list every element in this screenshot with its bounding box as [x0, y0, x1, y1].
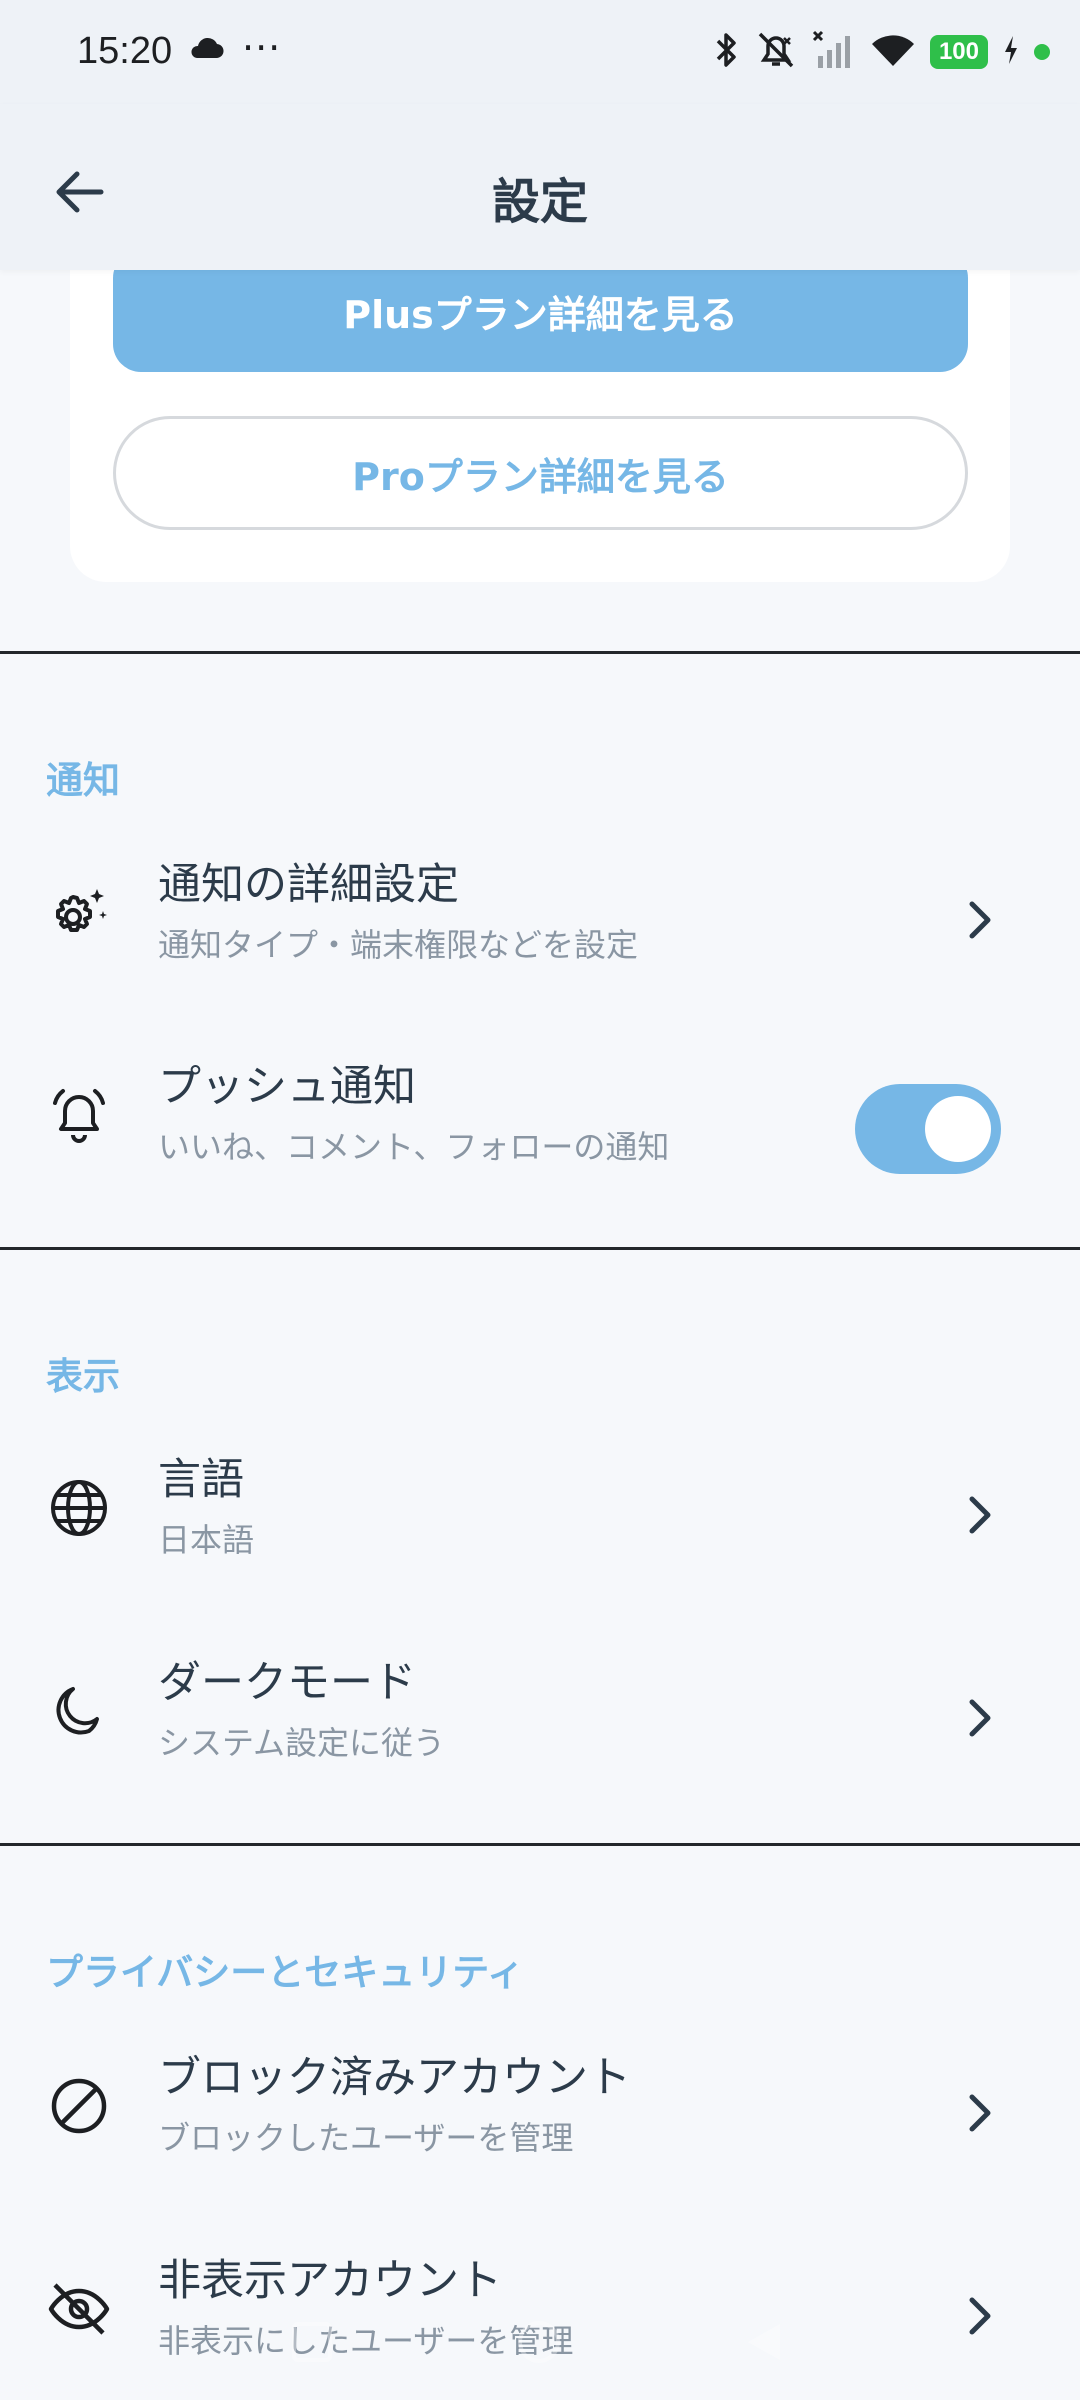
chevron-right-icon	[958, 1688, 1002, 1748]
signal-off-icon	[812, 30, 856, 74]
list-item-title: 通知の詳細設定	[158, 860, 459, 910]
list-item-title: 言語	[158, 1455, 244, 1505]
system-nav-bar	[0, 2300, 1080, 2400]
list-item-title: 非表示アカウント	[158, 2256, 502, 2306]
section-divider	[0, 1247, 1080, 1250]
block-icon	[44, 2071, 114, 2141]
mute-icon	[754, 30, 798, 74]
list-item-dark-mode[interactable]: ダークモード システム設定に従う	[0, 1618, 1080, 1818]
list-item-title: ダークモード	[158, 1658, 416, 1708]
push-notification-toggle[interactable]	[855, 1084, 1001, 1174]
status-bar: 15:20 ··· 100	[0, 0, 1080, 104]
cloud-icon	[188, 36, 224, 64]
list-item-subtitle: システム設定に従う	[158, 1724, 446, 1762]
charging-icon	[1002, 34, 1020, 70]
status-time: 15:20	[77, 30, 173, 72]
section-header-privacy: プライバシーとセキュリティ	[46, 1951, 525, 1994]
bell-ringing-icon	[44, 1080, 114, 1150]
privacy-indicator	[1034, 44, 1050, 60]
gear-sparkle-icon	[44, 878, 114, 948]
page-title: 設定	[491, 174, 588, 230]
chevron-right-icon	[958, 890, 1002, 950]
top-app-bar: 設定	[0, 104, 1080, 270]
chevron-right-icon	[958, 1485, 1002, 1545]
status-overflow: ···	[242, 26, 282, 70]
list-item-subtitle: いいね、コメント、フォローの通知	[158, 1128, 670, 1166]
list-item-blocked-accounts[interactable]: ブロック済みアカウント ブロックしたユーザーを管理	[0, 2013, 1080, 2213]
section-divider	[0, 1843, 1080, 1846]
chevron-right-icon	[958, 2083, 1002, 2143]
list-item-push-notifications: プッシュ通知 いいね、コメント、フォローの通知	[0, 1022, 1080, 1222]
moon-icon	[44, 1676, 114, 1746]
back-nav-icon[interactable]	[742, 2320, 786, 2368]
section-header-notifications: 通知	[46, 759, 120, 802]
list-item-subtitle: 通知タイプ・端末権限などを設定	[158, 926, 639, 964]
list-item-language[interactable]: 言語 日本語	[0, 1415, 1080, 1615]
battery-level: 100	[929, 35, 988, 69]
list-item-title: プッシュ通知	[158, 1062, 416, 1112]
section-header-display: 表示	[46, 1355, 120, 1398]
list-item-notification-settings[interactable]: 通知の詳細設定 通知タイプ・端末権限などを設定	[0, 820, 1080, 1020]
recents-nav-icon[interactable]	[290, 2320, 334, 2368]
section-divider	[0, 651, 1080, 654]
list-item-subtitle: ブロックしたユーザーを管理	[158, 2119, 574, 2157]
toggle-knob	[925, 1096, 991, 1162]
home-nav-icon[interactable]	[515, 2318, 563, 2370]
globe-icon	[44, 1473, 114, 1543]
list-item-subtitle: 日本語	[158, 1521, 255, 1559]
status-icons: 100	[712, 28, 1050, 76]
wifi-icon	[870, 32, 916, 72]
pro-plan-button[interactable]: Proプラン詳細を見る	[113, 416, 968, 530]
list-item-title: ブロック済みアカウント	[158, 2053, 631, 2103]
bluetooth-icon	[712, 30, 740, 74]
